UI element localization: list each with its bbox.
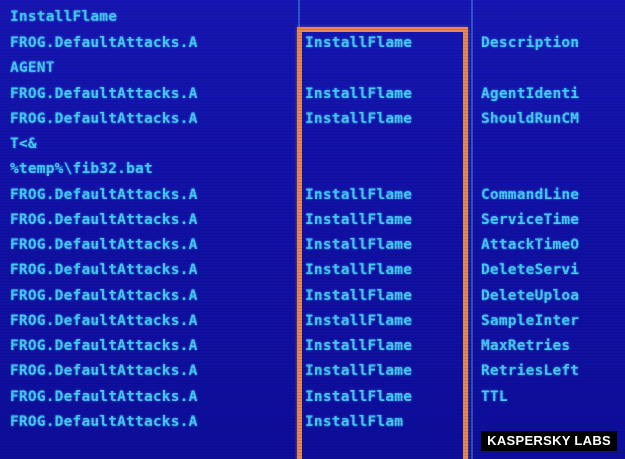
line-class-name: FROG.DefaultAttacks.A: [10, 187, 198, 203]
line-attack-name: InstallFlame: [305, 288, 413, 304]
line-text: AGENT: [10, 60, 55, 76]
line-class-name: FROG.DefaultAttacks.A: [10, 86, 198, 102]
line-text: %temp%\fib32.bat: [10, 161, 153, 177]
line-attack-name: InstallFlame: [305, 35, 413, 51]
line-attack-name: InstallFlame: [305, 338, 413, 354]
line-attack-name: InstallFlame: [305, 262, 413, 278]
code-line-4: FROG.DefaultAttacks.A InstallFlame Agent…: [0, 83, 625, 105]
line-property-name: AgentIdenti: [481, 86, 580, 102]
terminal-screen: InstallFlame FROG.DefaultAttacks.A Insta…: [0, 0, 625, 459]
line-class-name: FROG.DefaultAttacks.A: [10, 414, 198, 430]
column-divider-right: [471, 0, 473, 459]
line-property-name: TTL: [481, 389, 508, 405]
code-line-5: FROG.DefaultAttacks.A InstallFlame Shoul…: [0, 108, 625, 130]
line-property-name: ServiceTime: [481, 212, 580, 228]
code-line-1: InstallFlame: [0, 6, 625, 28]
code-line-11: FROG.DefaultAttacks.A InstallFlame Delet…: [0, 259, 625, 281]
line-class-name: FROG.DefaultAttacks.A: [10, 363, 198, 379]
line-attack-name: InstallFlame: [305, 313, 413, 329]
code-line-12: FROG.DefaultAttacks.A InstallFlame Delet…: [0, 285, 625, 307]
line-property-name: MaxRetries: [481, 338, 571, 354]
code-line-2: FROG.DefaultAttacks.A InstallFlame Descr…: [0, 32, 625, 54]
line-property-name: DeleteUploa: [481, 288, 580, 304]
line-class-name: FROG.DefaultAttacks.A: [10, 35, 198, 51]
code-line-16: FROG.DefaultAttacks.A InstallFlame TTL: [0, 386, 625, 408]
line-attack-name: InstallFlame: [305, 187, 413, 203]
code-line-10: FROG.DefaultAttacks.A InstallFlame Attac…: [0, 234, 625, 256]
line-class-name: FROG.DefaultAttacks.A: [10, 262, 198, 278]
line-text: T<&: [10, 136, 37, 152]
line-attack-name: InstallFlame: [305, 363, 413, 379]
line-attack-name: InstallFlame: [305, 389, 413, 405]
line-property-name: SampleInter: [481, 313, 580, 329]
line-text: InstallFlame: [10, 9, 118, 25]
code-line-3: AGENT: [0, 57, 625, 79]
line-attack-name: InstallFlame: [305, 111, 413, 127]
column-divider-left: [298, 0, 300, 459]
code-line-17: FROG.DefaultAttacks.A InstallFlam: [0, 411, 625, 433]
watermark-label: KASPERSKY LABS: [481, 431, 617, 451]
code-line-14: FROG.DefaultAttacks.A InstallFlame MaxRe…: [0, 335, 625, 357]
line-property-name: ShouldRunCM: [481, 111, 580, 127]
line-attack-name: InstallFlame: [305, 212, 413, 228]
line-property-name: RetriesLeft: [481, 363, 580, 379]
line-attack-name: InstallFlame: [305, 237, 413, 253]
line-property-name: DeleteServi: [481, 262, 580, 278]
line-property-name: Description: [481, 35, 580, 51]
line-property-name: CommandLine: [481, 187, 580, 203]
line-class-name: FROG.DefaultAttacks.A: [10, 338, 198, 354]
code-line-6: T<&: [0, 133, 625, 155]
code-line-9: FROG.DefaultAttacks.A InstallFlame Servi…: [0, 209, 625, 231]
line-class-name: FROG.DefaultAttacks.A: [10, 237, 198, 253]
code-line-13: FROG.DefaultAttacks.A InstallFlame Sampl…: [0, 310, 625, 332]
line-class-name: FROG.DefaultAttacks.A: [10, 288, 198, 304]
line-attack-name: InstallFlam: [305, 414, 404, 430]
line-property-name: AttackTimeO: [481, 237, 580, 253]
code-line-8: FROG.DefaultAttacks.A InstallFlame Comma…: [0, 184, 625, 206]
line-attack-name: InstallFlame: [305, 86, 413, 102]
line-class-name: FROG.DefaultAttacks.A: [10, 111, 198, 127]
code-line-7: %temp%\fib32.bat: [0, 158, 625, 180]
line-class-name: FROG.DefaultAttacks.A: [10, 313, 198, 329]
code-text-area: InstallFlame FROG.DefaultAttacks.A Insta…: [0, 0, 625, 459]
line-class-name: FROG.DefaultAttacks.A: [10, 212, 198, 228]
code-line-15: FROG.DefaultAttacks.A InstallFlame Retri…: [0, 360, 625, 382]
line-property-name: [481, 411, 625, 433]
line-class-name: FROG.DefaultAttacks.A: [10, 389, 198, 405]
